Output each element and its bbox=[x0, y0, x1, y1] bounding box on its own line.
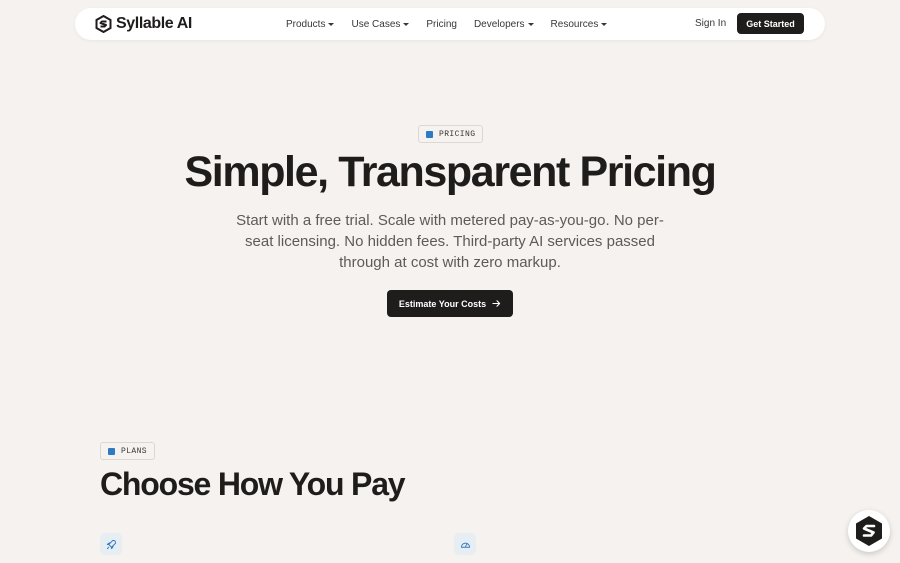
plan-icon-box bbox=[454, 533, 476, 555]
estimate-costs-label: Estimate Your Costs bbox=[398, 298, 487, 309]
brand-logo[interactable]: Syllable AI bbox=[95, 14, 192, 34]
nav-item-label: Resources bbox=[550, 18, 599, 30]
tag-dot-icon bbox=[426, 130, 433, 138]
top-navbar: Syllable AI Products Use Cases Pricing D… bbox=[75, 8, 825, 40]
nav-item-use-cases[interactable]: Use Cases bbox=[351, 18, 410, 30]
syllable-logo-icon bbox=[95, 15, 112, 33]
nav-item-developers[interactable]: Developers bbox=[474, 19, 534, 30]
main-menu: Products Use Cases Pricing Developers Re… bbox=[286, 8, 608, 40]
sign-in-link[interactable]: Sign In bbox=[695, 18, 726, 29]
get-started-button[interactable]: Get Started bbox=[737, 13, 804, 34]
nav-item-label: Use Cases bbox=[351, 18, 401, 30]
nav-item-label: Products bbox=[286, 18, 326, 30]
syllable-logo-icon bbox=[856, 516, 882, 546]
estimate-costs-button[interactable]: Estimate Your Costs bbox=[387, 290, 513, 317]
rocket-icon bbox=[106, 539, 116, 549]
page-title: Simple, Transparent Pricing bbox=[184, 148, 717, 196]
nav-item-label: Developers bbox=[473, 18, 525, 30]
pricing-tag-label: PRICING bbox=[439, 129, 476, 139]
chevron-down-icon bbox=[328, 22, 335, 26]
chevron-down-icon bbox=[403, 22, 410, 26]
brand-name: Syllable AI bbox=[116, 15, 192, 32]
nav-item-label: Pricing bbox=[426, 18, 457, 30]
plan-icon-box bbox=[100, 533, 122, 555]
nav-item-products[interactable]: Products bbox=[286, 18, 335, 30]
plans-heading: Choose How You Pay bbox=[100, 466, 406, 502]
plans-tag-label: PLANS bbox=[121, 446, 148, 456]
chevron-down-icon bbox=[527, 22, 534, 26]
nav-item-pricing[interactable]: Pricing bbox=[426, 19, 457, 30]
nav-item-resources[interactable]: Resources bbox=[551, 19, 608, 30]
chat-widget-button[interactable] bbox=[848, 510, 890, 552]
arrow-right-icon bbox=[492, 300, 501, 307]
gauge-icon bbox=[460, 542, 470, 548]
tag-dot-icon bbox=[108, 447, 115, 455]
plans-tag: PLANS bbox=[100, 442, 156, 460]
pricing-tag: PRICING bbox=[418, 125, 484, 143]
chevron-down-icon bbox=[601, 22, 608, 26]
hero-subtitle: Start with a free trial. Scale with mete… bbox=[236, 212, 664, 271]
